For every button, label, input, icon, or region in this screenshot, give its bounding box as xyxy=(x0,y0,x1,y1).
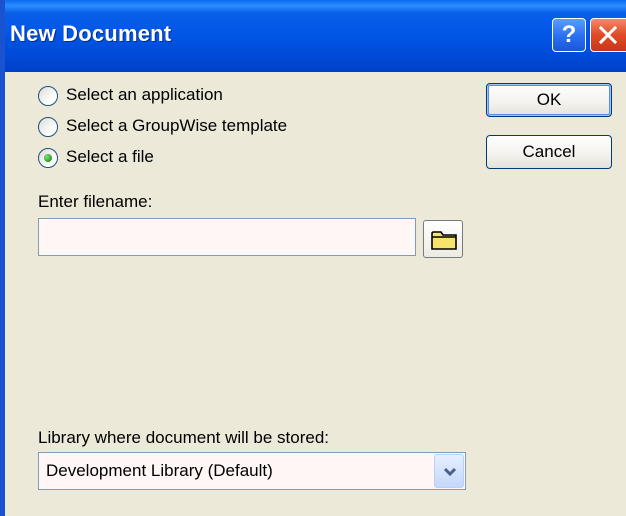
chevron-down-icon xyxy=(443,467,457,477)
radio-button[interactable] xyxy=(38,117,58,137)
radio-button-selected[interactable] xyxy=(38,148,58,168)
radio-label-application: Select an application xyxy=(66,85,223,104)
help-button[interactable]: ? xyxy=(552,18,586,52)
filename-label: Enter filename: xyxy=(38,192,153,211)
new-document-dialog: New Document ? Select an application Sel… xyxy=(0,0,626,516)
radio-button[interactable] xyxy=(38,86,58,106)
ok-button[interactable]: OK xyxy=(486,83,612,117)
radio-selected-dot xyxy=(44,154,52,162)
radio-label-file: Select a file xyxy=(66,147,154,166)
dropdown-button[interactable] xyxy=(434,454,464,488)
filename-input[interactable] xyxy=(38,218,416,256)
browse-button[interactable] xyxy=(423,220,463,258)
radio-label-template: Select a GroupWise template xyxy=(66,116,288,135)
folder-icon xyxy=(431,231,457,250)
library-label: Library where document will be stored: xyxy=(38,428,330,447)
cancel-button[interactable]: Cancel xyxy=(486,135,612,169)
help-icon: ? xyxy=(561,21,577,48)
window-title: New Document xyxy=(10,21,172,46)
library-selected-value: Development Library (Default) xyxy=(46,461,273,480)
close-icon xyxy=(599,26,617,44)
close-button[interactable] xyxy=(590,18,626,52)
title-bar: New Document ? xyxy=(5,0,626,72)
library-dropdown[interactable]: Development Library (Default) xyxy=(38,452,466,490)
